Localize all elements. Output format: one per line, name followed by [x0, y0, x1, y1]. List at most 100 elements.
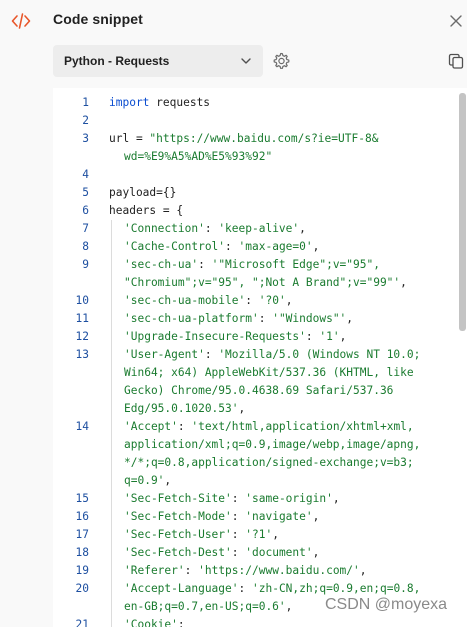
- code-token: ,: [359, 564, 367, 577]
- code-text: application/xml;q=0.9,image/webp,image/a…: [124, 436, 420, 454]
- copy-icon[interactable]: [448, 53, 464, 69]
- code-token: :: [231, 528, 246, 541]
- code-text: 'Connection': 'keep-alive',: [124, 220, 306, 238]
- code-line: 3 url = "https://www.baidu.com/s?ie=UTF-8…: [53, 130, 453, 148]
- line-number: 1: [82, 96, 89, 109]
- code-line: Gecko) Chrome/95.0.4638.69 Safari/537.36: [53, 382, 453, 400]
- code-string: wd=%E9%A5%AD%E5%93%92": [124, 150, 273, 163]
- code-string: */*;q=0.8,application/signed-exchange;v=…: [124, 456, 414, 469]
- code-token: :: [177, 618, 185, 627]
- code-string: 'keep-alive': [218, 222, 300, 235]
- code-line: Win64; x64) AppleWebKit/537.36 (KHTML, l…: [53, 364, 453, 382]
- line-number: 2: [82, 114, 89, 127]
- code-token: ,: [312, 510, 320, 523]
- code-text: headers = {: [109, 202, 183, 220]
- code-string: 'sec-ch-ua': [124, 258, 199, 271]
- code-text: q=0.9',: [124, 472, 171, 490]
- code-string: 'Sec-Fetch-Mode': [124, 510, 232, 523]
- code-line: 17 'Sec-Fetch-User': '?1',: [53, 526, 453, 544]
- line-number: 19: [75, 564, 89, 577]
- code-token: :: [305, 330, 320, 343]
- panel-header: Code snippet: [0, 0, 467, 42]
- panel-title: Code snippet: [53, 11, 143, 27]
- line-number: 20: [75, 582, 89, 595]
- code-string: q=0.9': [124, 474, 165, 487]
- code-line: 15 'Sec-Fetch-Site': 'same-origin',: [53, 490, 453, 508]
- code-text: wd=%E9%A5%AD%E5%93%92": [124, 148, 272, 166]
- code-string: en-GB;q=0.7,en-US;q=0.6': [124, 600, 286, 613]
- code-string: '"Windows"': [272, 312, 347, 325]
- code-token: :: [204, 348, 219, 361]
- code-string: 'same-origin': [245, 492, 333, 505]
- code-icon: [11, 13, 31, 29]
- code-string: 'navigate': [245, 510, 313, 523]
- code-string: 'max-age=0': [238, 240, 313, 253]
- code-line: 19 'Referer': 'https://www.baidu.com/',: [53, 562, 453, 580]
- code-token: :: [231, 492, 246, 505]
- code-token: url =: [109, 132, 150, 145]
- code-string: 'Accept': [124, 420, 178, 433]
- line-number: 17: [75, 528, 89, 541]
- code-token: ,: [272, 528, 279, 541]
- code-text: 'Upgrade-Insecure-Requests': '1',: [124, 328, 346, 346]
- code-token: :: [258, 312, 273, 325]
- code-token: payload={}: [109, 186, 177, 199]
- code-line: 11 'sec-ch-ua-platform': '"Windows"',: [53, 310, 453, 328]
- code-lines: 1 import requests 2 3 url = "https://www.bai…: [53, 94, 453, 627]
- code-token: ,: [285, 294, 293, 307]
- code-line: 12 'Upgrade-Insecure-Requests': '1',: [53, 328, 453, 346]
- line-number: 10: [75, 294, 89, 307]
- code-text: 'sec-ch-ua-platform': '"Windows"',: [124, 310, 353, 328]
- close-icon[interactable]: [449, 14, 463, 28]
- scrollbar-thumb[interactable]: [459, 93, 466, 331]
- code-text: payload={}: [109, 184, 176, 202]
- language-select[interactable]: Python - Requests: [53, 45, 263, 77]
- code-string: 'Connection': [124, 222, 205, 235]
- code-token: :: [177, 420, 192, 433]
- code-token: ,: [299, 222, 306, 235]
- gear-icon[interactable]: [272, 52, 290, 70]
- code-string: '?1': [245, 528, 273, 541]
- code-string: 'Cookie': [124, 618, 178, 627]
- code-editor[interactable]: 1 import requests 2 3 url = "https://www.bai…: [53, 88, 467, 627]
- code-token: :: [238, 582, 252, 595]
- code-token: ,: [339, 330, 347, 343]
- code-line: 2: [53, 112, 453, 130]
- code-string: 'zh-CN,zh;q=0.9,en;q=0.8,: [252, 582, 421, 595]
- code-string: 'Sec-Fetch-User': [124, 528, 232, 541]
- code-string: 'sec-ch-ua-platform': [124, 312, 259, 325]
- code-text: */*;q=0.8,application/signed-exchange;v=…: [124, 454, 414, 472]
- code-text: Gecko) Chrome/95.0.4638.69 Safari/537.36: [124, 382, 393, 400]
- code-token: ,: [346, 312, 354, 325]
- code-string: 'User-Agent': [124, 348, 205, 361]
- code-string: Gecko) Chrome/95.0.4638.69 Safari/537.36: [124, 384, 394, 397]
- line-number: 16: [75, 510, 89, 523]
- code-token: ,: [400, 276, 407, 289]
- line-number: 9: [82, 258, 89, 271]
- code-token: :: [198, 258, 212, 271]
- code-token: headers = {: [109, 204, 184, 217]
- code-text: 'Accept': 'text/html,application/xhtml+x…: [124, 418, 414, 436]
- code-string: '"Microsoft Edge";v="95",: [211, 258, 380, 271]
- code-token: :: [231, 510, 246, 523]
- code-token: ,: [285, 600, 293, 613]
- code-line: 1 import requests: [53, 94, 453, 112]
- code-line: Edg/95.0.1020.53',: [53, 400, 453, 418]
- code-keyword: import: [109, 96, 150, 109]
- code-string: 'https://www.baidu.com/': [198, 564, 360, 577]
- code-string: 'Cache-Control': [124, 240, 226, 253]
- code-token: :: [184, 564, 199, 577]
- code-string: 'Upgrade-Insecure-Requests': [124, 330, 306, 343]
- line-number: 12: [75, 330, 89, 343]
- code-string: '1': [319, 330, 340, 343]
- code-string: '?0': [258, 294, 286, 307]
- code-token: ,: [312, 240, 320, 253]
- code-line: 5 payload={}: [53, 184, 453, 202]
- code-line: 7 'Connection': 'keep-alive',: [53, 220, 453, 238]
- code-line: 10 'sec-ch-ua-mobile': '?0',: [53, 292, 453, 310]
- line-number: 15: [75, 492, 89, 505]
- code-string: 'sec-ch-ua-mobile': [124, 294, 246, 307]
- code-text: url = "https://www.baidu.com/s?ie=UTF-8&: [109, 130, 378, 148]
- code-text: Edg/95.0.1020.53',: [124, 400, 245, 418]
- line-number: 7: [82, 222, 89, 235]
